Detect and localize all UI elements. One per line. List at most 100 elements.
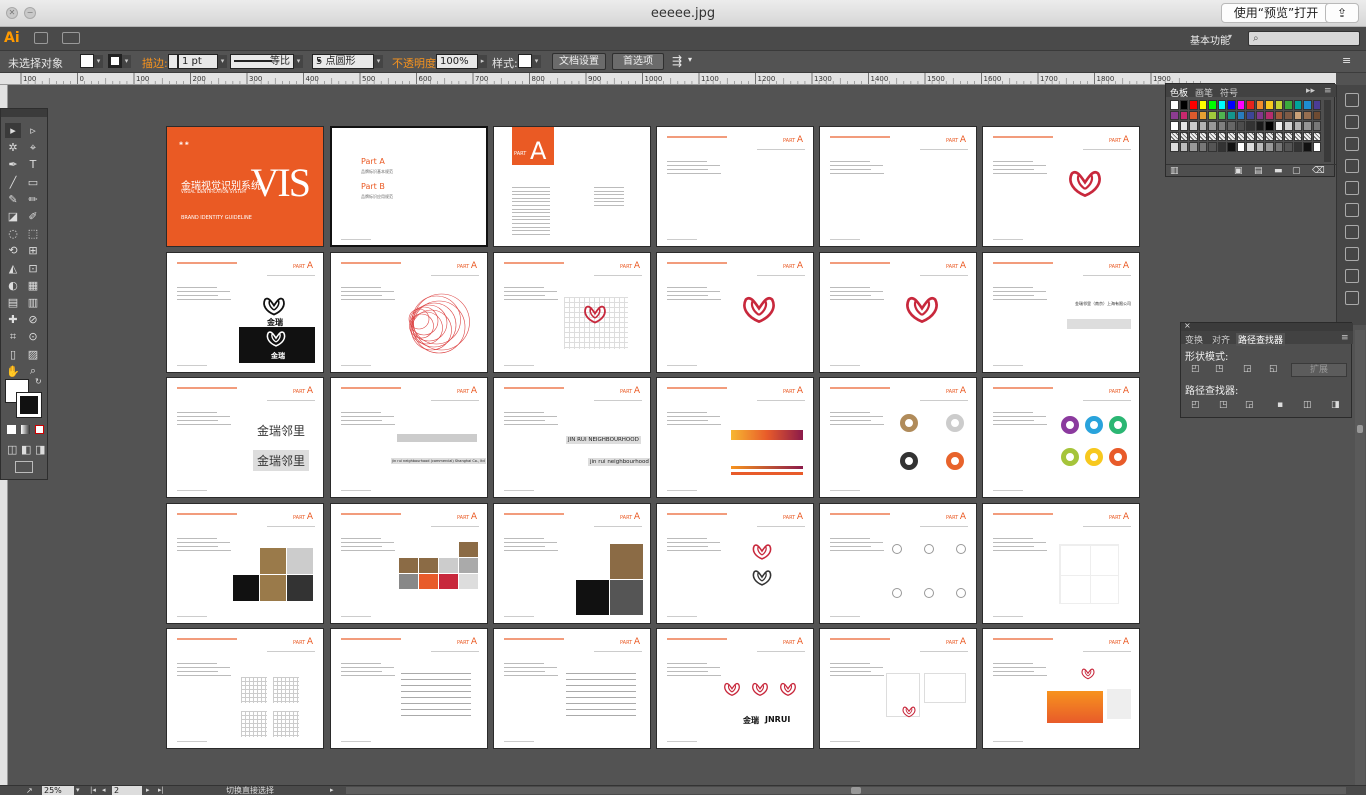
- color-swatch[interactable]: [1293, 100, 1302, 110]
- last-artboard-icon[interactable]: ▸|: [158, 786, 164, 794]
- opacity-input[interactable]: 100%: [436, 54, 478, 69]
- profile-dropdown[interactable]: ▾: [294, 55, 303, 68]
- color-swatch[interactable]: [1284, 110, 1293, 120]
- artboard-page[interactable]: PART Ajin rui neighbourhood (commercial)…: [330, 377, 488, 498]
- pattern-swatch[interactable]: [1217, 131, 1226, 141]
- gradient-mode-button[interactable]: [21, 425, 30, 434]
- bridge-icon[interactable]: [34, 32, 48, 44]
- artboard-page[interactable]: PART A: [166, 503, 324, 624]
- stroke-weight-dropdown[interactable]: ▾: [218, 55, 227, 68]
- direct-selection-tool-icon[interactable]: ▹: [25, 123, 41, 138]
- color-swatch[interactable]: [1227, 100, 1236, 110]
- color-swatch[interactable]: [1274, 121, 1283, 131]
- artboard-page[interactable]: PART A: [493, 628, 651, 749]
- color-swatch[interactable]: [1284, 121, 1293, 131]
- artboard-page[interactable]: PART A JIN RUI NEIGHBOURHOOD jin rui neigh…: [493, 377, 651, 498]
- blob-brush-icon[interactable]: ◪: [5, 209, 21, 224]
- outline-icon[interactable]: ◫: [1303, 400, 1312, 410]
- artboard-page[interactable]: PART A: [330, 628, 488, 749]
- tab-brushes[interactable]: 画笔: [1195, 86, 1213, 99]
- artboard-page[interactable]: PART A 金瑞 金瑞: [166, 252, 324, 373]
- blend-tool-icon[interactable]: ▥: [25, 295, 41, 310]
- color-swatch[interactable]: [1265, 100, 1274, 110]
- pattern-swatch[interactable]: [1198, 142, 1207, 152]
- lasso-icon[interactable]: ⌖: [25, 140, 41, 155]
- eraser-icon[interactable]: ✐: [25, 209, 41, 224]
- open-with-preview-button[interactable]: 使用“预览”打开: [1221, 3, 1331, 23]
- gradient-panel-icon[interactable]: [1345, 181, 1359, 195]
- crop-icon[interactable]: ▪: [1277, 400, 1283, 410]
- artboard-page[interactable]: PART A: [982, 126, 1140, 247]
- artboard-page[interactable]: PART A 金瑞邻里（南京）上海有限公司: [982, 252, 1140, 373]
- rotate-tool-icon[interactable]: ◌: [5, 226, 21, 241]
- pattern-swatch[interactable]: [1236, 142, 1245, 152]
- pattern-swatch[interactable]: [1303, 142, 1312, 152]
- expand-button[interactable]: 扩展: [1291, 363, 1347, 377]
- document-setup-button[interactable]: 文档设置: [552, 53, 606, 70]
- color-swatch[interactable]: [1198, 121, 1207, 131]
- exclude-icon[interactable]: ◱: [1269, 364, 1278, 374]
- panel-menu-icon[interactable]: ≡: [1342, 54, 1351, 67]
- arrange-documents-icon[interactable]: [62, 32, 80, 44]
- color-swatch[interactable]: [1255, 100, 1264, 110]
- color-swatch[interactable]: [1274, 110, 1283, 120]
- color-swatch[interactable]: [1236, 100, 1245, 110]
- zoom-input[interactable]: 25%: [42, 786, 74, 795]
- close-icon[interactable]: ×: [1184, 321, 1191, 330]
- new-color-group-icon[interactable]: ▣: [1234, 166, 1243, 176]
- pencil-icon[interactable]: ✏: [25, 192, 41, 207]
- type-tool-icon[interactable]: T: [25, 157, 41, 172]
- stroke-color-swatch[interactable]: [108, 54, 122, 68]
- color-swatch[interactable]: [1312, 110, 1321, 120]
- pattern-swatch[interactable]: [1208, 142, 1217, 152]
- new-swatch-icon[interactable]: ▢: [1292, 166, 1301, 176]
- artboard-page[interactable]: PART A: [819, 252, 977, 373]
- opacity-label[interactable]: 不透明度:: [392, 55, 440, 71]
- zoom-tool-icon[interactable]: ▨: [25, 347, 41, 362]
- artboard-page[interactable]: PART A: [982, 628, 1140, 749]
- pattern-swatch[interactable]: [1217, 142, 1226, 152]
- color-swatch[interactable]: [1179, 110, 1188, 120]
- color-swatch[interactable]: [1274, 100, 1283, 110]
- artboard-page[interactable]: PART A: [656, 503, 814, 624]
- divide-icon[interactable]: ◰: [1191, 400, 1200, 410]
- stroke-dropdown[interactable]: ▾: [122, 55, 131, 68]
- color-swatch[interactable]: [1217, 121, 1226, 131]
- trim-icon[interactable]: ◳: [1219, 400, 1228, 410]
- eyedropper-icon[interactable]: ▤: [5, 295, 21, 310]
- horizontal-ruler[interactable]: 100 0 100 200 300 400 500 600 700 800 900 1000 1100 1…: [0, 73, 1336, 85]
- tools-panel-header[interactable]: [1, 109, 47, 117]
- swatches-scrollbar[interactable]: [1324, 100, 1331, 162]
- gradient-tool-icon[interactable]: ▦: [25, 278, 41, 293]
- panel-menu-icon[interactable]: ≡: [1324, 86, 1332, 96]
- pattern-swatch[interactable]: [1227, 142, 1236, 152]
- intersect-icon[interactable]: ◲: [1243, 364, 1252, 374]
- color-swatch[interactable]: [1189, 100, 1198, 110]
- print-tiling-icon[interactable]: ✋: [5, 364, 21, 379]
- stroke-label[interactable]: 描边:: [142, 55, 168, 71]
- color-swatch[interactable]: [1265, 121, 1274, 131]
- artboard-number-input[interactable]: 2: [112, 786, 142, 795]
- mesh-tool-icon[interactable]: ◐: [5, 278, 21, 293]
- tab-transform[interactable]: 变换: [1185, 333, 1203, 346]
- artboard-canvas[interactable]: ❀ ❀ VIS 金瑞视觉识别系统 VISUAL IDENTIFICATION SYST…: [10, 85, 1336, 785]
- scroll-thumb[interactable]: [851, 787, 861, 794]
- collapse-icon[interactable]: ▸▸: [1306, 86, 1315, 96]
- none-mode-button[interactable]: [35, 425, 44, 434]
- minus-front-icon[interactable]: ◳: [1215, 364, 1224, 374]
- color-swatch[interactable]: [1179, 121, 1188, 131]
- swatch-options-icon[interactable]: ▤: [1254, 166, 1263, 176]
- appearance-panel-icon[interactable]: [1345, 203, 1359, 217]
- color-swatch[interactable]: [1255, 110, 1264, 120]
- artboards-panel-icon[interactable]: [1345, 247, 1359, 261]
- variable-width-profile[interactable]: 等比: [230, 54, 294, 69]
- pen-tool-icon[interactable]: ✒: [5, 157, 21, 172]
- color-swatch[interactable]: [1170, 100, 1179, 110]
- trash-icon[interactable]: ⌫: [1312, 166, 1325, 176]
- selection-tool-icon[interactable]: ▸: [5, 123, 21, 138]
- hand-tool-icon[interactable]: ▯: [5, 347, 21, 362]
- color-swatch[interactable]: [1198, 100, 1207, 110]
- brushes-panel-icon[interactable]: [1345, 159, 1359, 173]
- color-swatch[interactable]: [1293, 121, 1302, 131]
- free-transform-icon[interactable]: ⊞: [25, 243, 41, 258]
